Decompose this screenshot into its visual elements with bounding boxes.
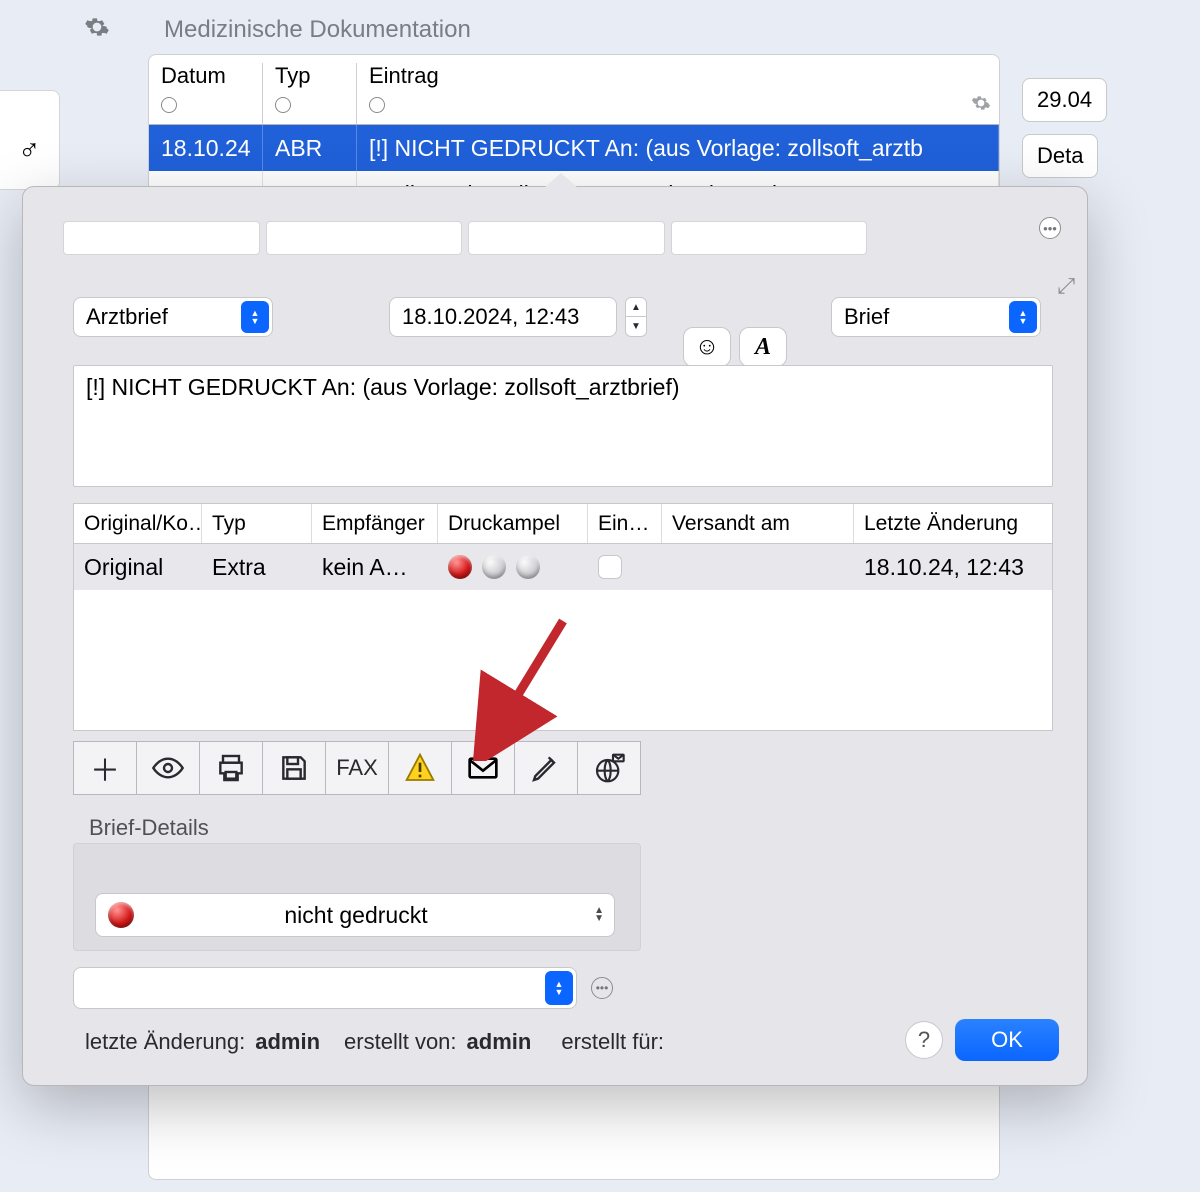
edit-button[interactable] bbox=[514, 741, 578, 795]
col-druckampel[interactable]: Druckampel bbox=[438, 504, 588, 543]
dialog-tab[interactable] bbox=[468, 221, 665, 255]
smile-icon: ☺ bbox=[695, 333, 720, 361]
print-status-select[interactable]: nicht gedruckt ▲▼ bbox=[95, 893, 615, 937]
ok-button[interactable]: OK bbox=[955, 1019, 1059, 1061]
assignment-select[interactable]: ▲▼ bbox=[73, 967, 577, 1009]
col-letzte[interactable]: Letzte Änderung bbox=[854, 504, 1052, 543]
col-typ[interactable]: Typ bbox=[202, 504, 312, 543]
details-button[interactable]: Deta bbox=[1022, 134, 1098, 178]
globe-mail-icon bbox=[593, 752, 625, 784]
recipients-table: Original/Ko… Typ Empfänger Druckampel Ei… bbox=[73, 503, 1053, 731]
warning-icon bbox=[404, 752, 436, 784]
eye-icon bbox=[152, 752, 184, 784]
dialog-tabs bbox=[63, 221, 867, 255]
emoji-button[interactable]: ☺ bbox=[683, 327, 731, 367]
col-ein[interactable]: Ein… bbox=[588, 504, 662, 543]
pencil-icon bbox=[530, 752, 562, 784]
table-row[interactable]: 18.10.24 ABR [!] NICHT GEDRUCKT An: (aus… bbox=[149, 125, 999, 171]
filter-datum-icon[interactable] bbox=[161, 97, 177, 113]
status-grey-icon bbox=[516, 555, 540, 579]
help-button[interactable]: ? bbox=[905, 1021, 943, 1059]
printer-icon bbox=[215, 752, 247, 784]
preview-button[interactable] bbox=[136, 741, 200, 795]
gear-icon[interactable] bbox=[971, 93, 991, 113]
mars-icon: ♂ bbox=[18, 134, 41, 168]
fax-button[interactable]: FAX bbox=[325, 741, 389, 795]
date-button[interactable]: 29.04 bbox=[1022, 78, 1107, 122]
checkbox-cell bbox=[588, 544, 662, 590]
dialog-tab[interactable] bbox=[671, 221, 868, 255]
col-versandt[interactable]: Versandt am bbox=[662, 504, 854, 543]
status-red-icon bbox=[108, 902, 134, 928]
save-button[interactable] bbox=[262, 741, 326, 795]
add-button[interactable]: ＋ bbox=[73, 741, 137, 795]
chevron-updown-icon: ▲▼ bbox=[241, 301, 269, 333]
floppy-icon bbox=[278, 752, 310, 784]
filter-typ-icon[interactable] bbox=[275, 97, 291, 113]
category-select[interactable]: Brief ▲▼ bbox=[831, 297, 1041, 337]
footer-meta: letzte Änderung: admin erstellt von: adm… bbox=[85, 1029, 664, 1055]
col-datum[interactable]: Datum bbox=[161, 63, 250, 89]
include-checkbox[interactable] bbox=[598, 555, 622, 579]
page-title: Medizinische Dokumentation bbox=[164, 16, 471, 44]
question-icon: ? bbox=[918, 1027, 930, 1053]
font-icon: A bbox=[755, 334, 771, 361]
web-mail-button[interactable] bbox=[577, 741, 641, 795]
actions-toolbar: ＋ FAX bbox=[73, 741, 640, 795]
chevron-updown-icon: ▲▼ bbox=[545, 971, 573, 1005]
col-original[interactable]: Original/Ko… bbox=[74, 504, 202, 543]
datetime-field[interactable]: 18.10.2024, 12:43 bbox=[389, 297, 617, 337]
more-icon[interactable]: ••• bbox=[1039, 217, 1061, 239]
status-red-icon bbox=[448, 555, 472, 579]
chevron-updown-icon: ▲▼ bbox=[1009, 301, 1037, 333]
filter-eintrag-icon[interactable] bbox=[369, 97, 385, 113]
dialog-tab[interactable] bbox=[266, 221, 463, 255]
chevron-up-icon: ▲ bbox=[626, 298, 646, 317]
entry-type-select[interactable]: Arztbrief ▲▼ bbox=[73, 297, 273, 337]
dialog-tab[interactable] bbox=[63, 221, 260, 255]
gear-icon[interactable] bbox=[84, 14, 110, 40]
col-typ[interactable]: Typ bbox=[275, 63, 344, 89]
envelope-icon bbox=[467, 752, 499, 784]
col-empfaenger[interactable]: Empfänger bbox=[312, 504, 438, 543]
expand-icon[interactable]: ⤢ bbox=[1057, 273, 1075, 299]
plus-icon: ＋ bbox=[90, 746, 120, 790]
print-button[interactable] bbox=[199, 741, 263, 795]
brief-details-label: Brief-Details bbox=[89, 815, 209, 841]
entry-dialog: ••• ⤢ Arztbrief ▲▼ 18.10.2024, 12:43 ▲ ▼… bbox=[22, 186, 1088, 1086]
druckampel-cell bbox=[438, 544, 588, 590]
entry-textarea[interactable]: [!] NICHT GEDRUCKT An: (aus Vorlage: zol… bbox=[73, 365, 1053, 487]
more-icon[interactable]: ••• bbox=[591, 977, 613, 999]
font-button[interactable]: A bbox=[739, 327, 787, 367]
warning-button[interactable] bbox=[388, 741, 452, 795]
mail-button[interactable] bbox=[451, 741, 515, 795]
table-row[interactable]: Original Extra kein A… 18.10.24, 12:43 bbox=[74, 544, 1052, 590]
datetime-stepper[interactable]: ▲ ▼ bbox=[625, 297, 647, 337]
chevron-down-icon: ▼ bbox=[626, 317, 646, 336]
status-grey-icon bbox=[482, 555, 506, 579]
chevron-updown-icon: ▲▼ bbox=[594, 907, 604, 923]
col-eintrag[interactable]: Eintrag bbox=[369, 63, 987, 89]
